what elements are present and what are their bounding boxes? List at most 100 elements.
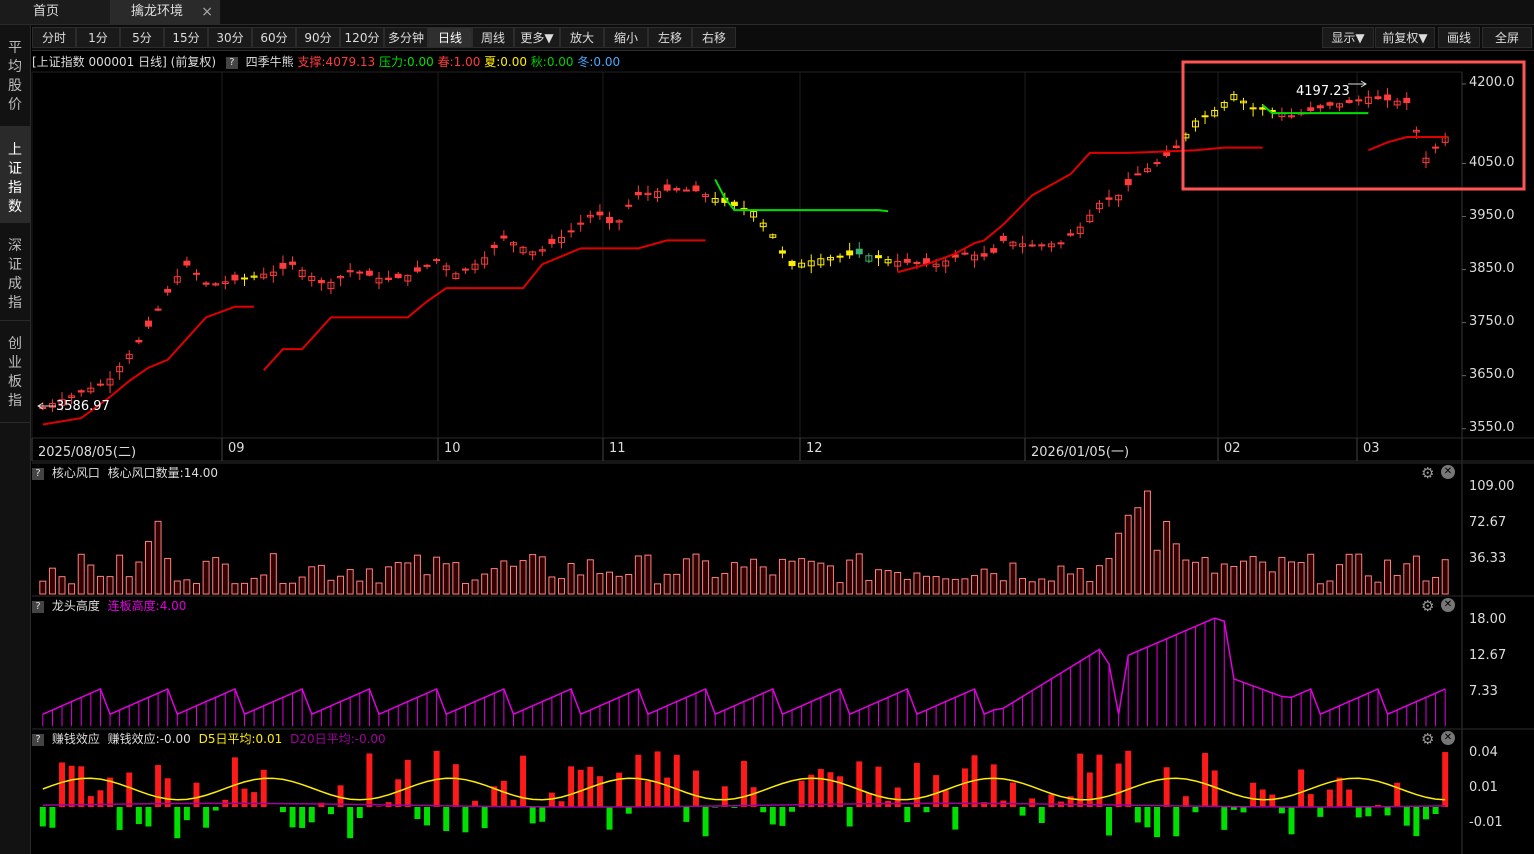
money-bar — [1346, 789, 1353, 807]
core-bar — [961, 578, 969, 595]
money-bar — [462, 807, 469, 833]
money-bar — [49, 807, 56, 828]
candle-body — [193, 272, 200, 275]
core-bar — [798, 558, 806, 595]
gear-icon[interactable]: ⚙ — [1421, 464, 1434, 482]
core-bar — [164, 557, 172, 595]
pressure-line-1 — [714, 178, 889, 213]
candle-body — [433, 259, 441, 262]
money-bar — [529, 807, 536, 824]
core-bar — [346, 569, 354, 595]
core-bar — [250, 577, 258, 595]
gear-icon[interactable]: ⚙ — [1421, 730, 1434, 748]
core-bar — [971, 575, 979, 595]
core-bar — [529, 554, 537, 595]
core-bar — [606, 571, 614, 595]
money-bar — [1298, 769, 1305, 807]
candle-body — [682, 189, 690, 192]
panel-core-value: 核心风口数量:14.00 — [107, 466, 219, 480]
money-bar — [327, 807, 334, 815]
panel-y-tick-label: 18.00 — [1469, 612, 1507, 627]
money-bar — [481, 807, 488, 829]
candle-body — [1134, 173, 1142, 176]
core-bar — [634, 555, 642, 595]
core-bar — [750, 558, 758, 595]
candle-body — [183, 260, 191, 266]
candle-body — [1153, 162, 1161, 165]
core-bar — [596, 573, 604, 595]
x-tick-label: 11 — [609, 441, 626, 456]
candle-body — [567, 230, 575, 233]
core-bar — [1163, 520, 1171, 595]
min-price-label: 3586.97 — [56, 399, 110, 414]
money-bar — [558, 801, 565, 807]
money-bar — [1326, 789, 1333, 807]
core-bar — [846, 559, 854, 595]
money-bar — [1144, 807, 1151, 828]
candle-body — [788, 260, 796, 267]
money-bar — [1106, 807, 1112, 836]
candle-body — [1374, 96, 1382, 100]
core-bar — [317, 564, 325, 595]
candle-body — [423, 264, 431, 267]
candle-body — [1432, 146, 1440, 149]
candle-body — [990, 248, 998, 253]
money-bar — [116, 807, 123, 830]
panel-leader-value: 连板高度:4.00 — [107, 599, 187, 613]
core-bar — [548, 576, 556, 595]
money-bar — [395, 779, 402, 807]
kline-chart[interactable] — [0, 0, 1534, 854]
money-bar — [596, 776, 603, 807]
help-icon[interactable]: ? — [32, 600, 44, 613]
help-icon[interactable]: ? — [32, 467, 44, 480]
core-bar — [1422, 580, 1430, 595]
candle-body — [1067, 233, 1075, 236]
core-bar — [519, 560, 527, 595]
money-bar — [616, 772, 623, 807]
money-bar — [837, 776, 844, 807]
money-bar — [308, 807, 315, 823]
candle-body — [279, 262, 287, 269]
money-bar — [1048, 794, 1055, 807]
money-bar — [625, 807, 632, 814]
candle-body — [1345, 99, 1353, 104]
money-bar — [260, 769, 267, 807]
money-bar — [654, 751, 661, 807]
candle-body — [1172, 145, 1180, 149]
core-bar — [135, 561, 143, 595]
panel-leader-buttons: ⚙ ✕ — [1421, 597, 1455, 615]
money-bar — [1038, 807, 1045, 823]
money-bar — [1423, 807, 1429, 820]
candle-body — [1355, 99, 1363, 102]
money-bar — [1365, 807, 1372, 817]
money-bar — [174, 807, 181, 839]
help-icon[interactable]: ? — [32, 733, 44, 746]
panel-money-d5: D5日平均:0.01 — [198, 732, 283, 746]
core-bar — [769, 574, 777, 595]
panel-leader-title: ? 龙头高度 连板高度:4.00 — [32, 598, 190, 614]
money-bar — [1278, 807, 1285, 814]
core-bar — [356, 580, 364, 595]
y-tick-label: 3950.0 — [1469, 207, 1515, 223]
money-bar — [1336, 777, 1343, 807]
close-icon[interactable]: ✕ — [1441, 598, 1455, 612]
close-icon[interactable]: ✕ — [1441, 465, 1455, 479]
core-bar — [1374, 581, 1382, 595]
core-bar — [221, 563, 229, 595]
candle-body — [164, 288, 172, 293]
candle-body — [356, 271, 364, 274]
core-bar — [1028, 581, 1036, 595]
core-bar — [1288, 561, 1295, 595]
close-icon[interactable]: ✕ — [1441, 731, 1455, 745]
support-line-3 — [897, 146, 1263, 274]
x-tick-label: 2025/08/05(二) — [38, 445, 137, 460]
x-tick-label: 2026/01/05(一) — [1031, 445, 1130, 460]
panel-y-tick-label: -0.01 — [1469, 815, 1503, 830]
candle-body — [846, 250, 854, 256]
money-bar — [289, 807, 296, 828]
gear-icon[interactable]: ⚙ — [1421, 597, 1434, 615]
panel-y-tick-label: 36.33 — [1469, 551, 1507, 566]
panel-core-title: ? 核心风口 核心风口数量:14.00 — [32, 465, 222, 481]
money-bar — [1269, 794, 1276, 807]
money-bar — [913, 762, 920, 807]
